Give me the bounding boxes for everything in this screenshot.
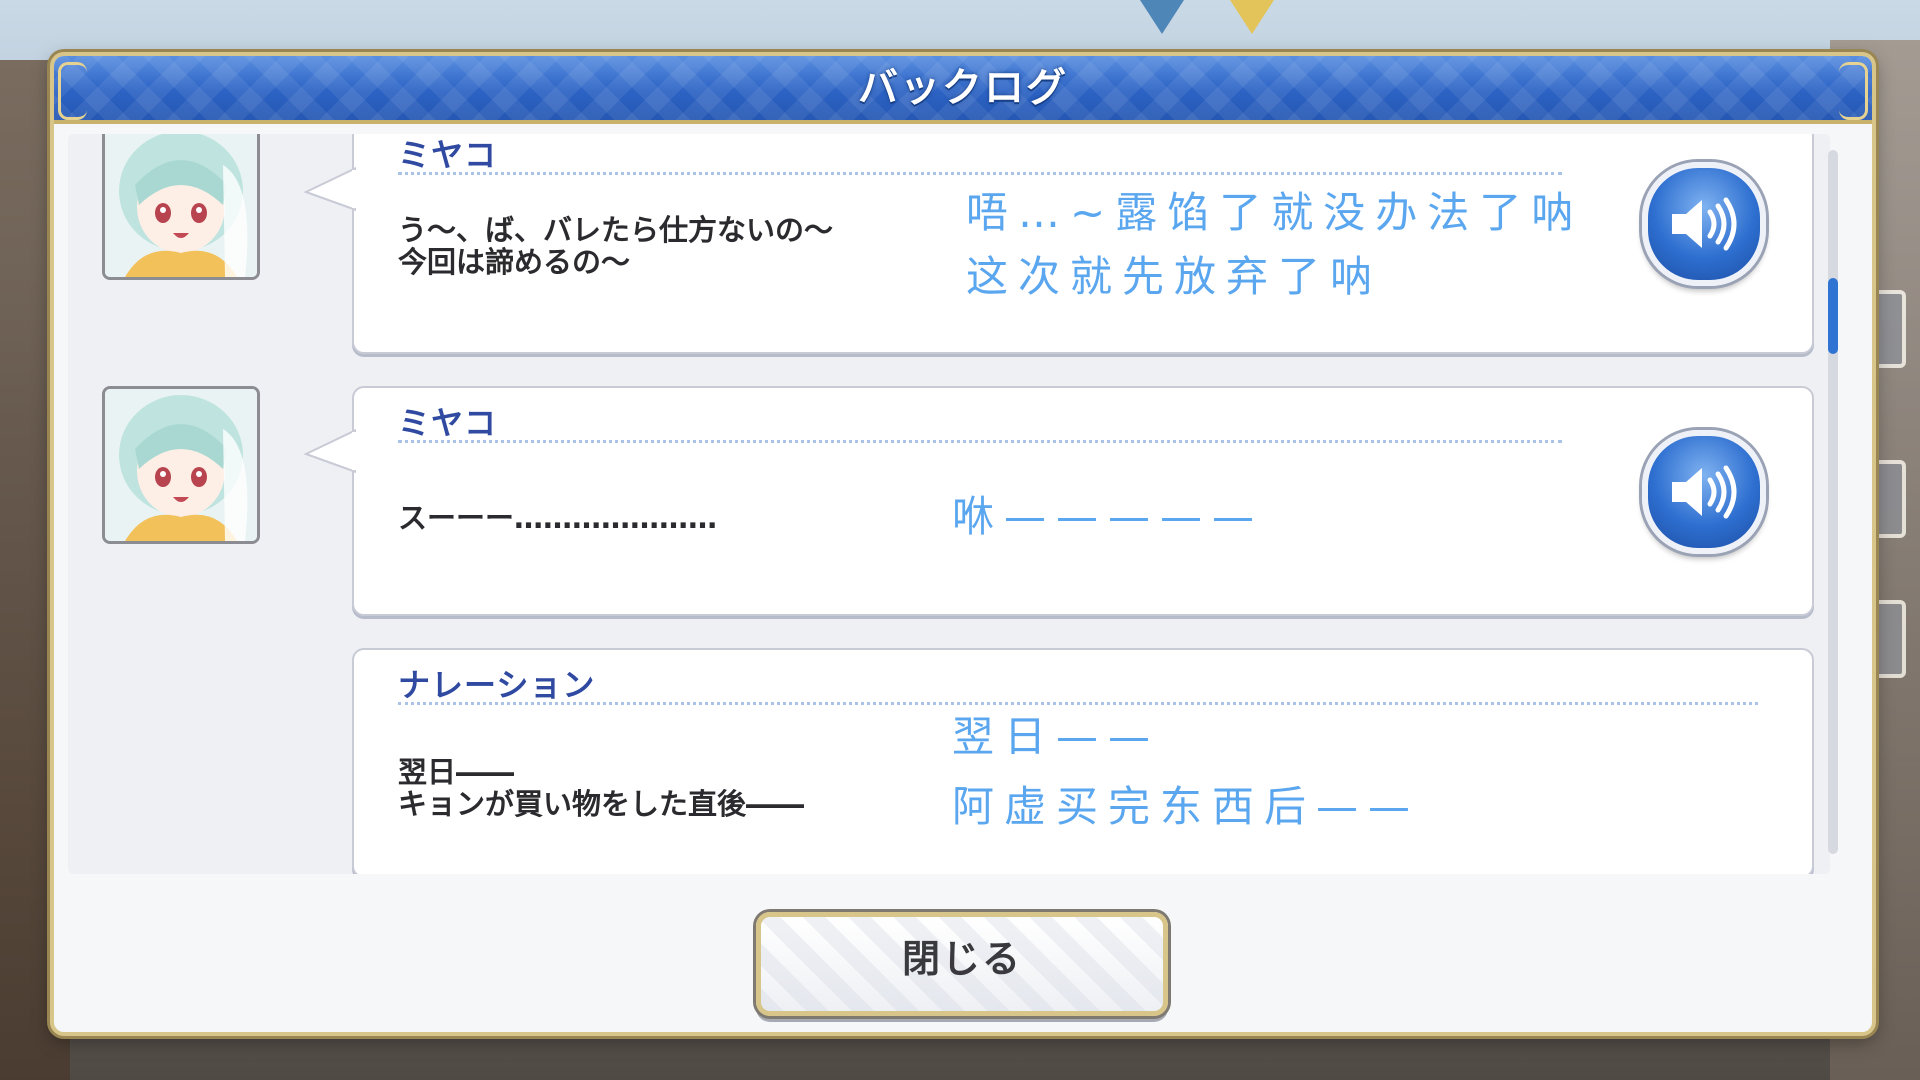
dialogue-text: う～、ば、バレたら仕方ないの～ <box>398 213 834 247</box>
log-entry: ナレーション 翌日―― キョンが買い物をした直後―― 翌日—— 阿虚买完东西后—… <box>352 648 1814 874</box>
dotted-divider <box>398 172 1562 175</box>
log-entry: ミヤコ う～、ば、バレたら仕方ないの～ 今回は諦めるの～ 唔…~露馅了就没办法了… <box>304 134 1814 354</box>
background-flag <box>1140 0 1184 34</box>
translation-text: 咻————— <box>952 492 1265 541</box>
voice-play-button[interactable] <box>1642 162 1766 286</box>
speaker-volume-icon <box>1672 465 1737 519</box>
dotted-divider <box>398 440 1562 443</box>
speaker-name: ミヤコ <box>398 136 498 174</box>
character-avatar <box>102 134 260 280</box>
backlog-list[interactable]: ミヤコ う～、ば、バレたら仕方ないの～ 今回は諦めるの～ 唔…~露馅了就没办法了… <box>68 134 1830 874</box>
log-entry: ミヤコ スーーー………………… 咻————— <box>304 386 1814 616</box>
translation-text: 这次就先放弃了呐 <box>966 252 1383 301</box>
dialog-title: バックログ <box>858 65 1068 111</box>
speaker-volume-icon <box>1672 197 1737 251</box>
close-button[interactable]: 閉じる <box>756 912 1168 1016</box>
scrollbar-thumb[interactable] <box>1828 278 1838 354</box>
translation-text: 唔…~露馅了就没办法了呐 <box>966 188 1584 237</box>
character-portrait-icon <box>105 389 257 541</box>
scrollbar[interactable] <box>1828 150 1838 854</box>
speech-tail-icon <box>304 166 356 212</box>
character-avatar <box>102 386 260 544</box>
speech-tail-icon <box>304 428 356 474</box>
backlog-dialog: バックログ ミヤコ う～、ば、バレたら仕方ないの～ 今回は諦めるの～ 唔…~露馅… <box>50 52 1876 1036</box>
dialogue-text: 翌日―― <box>398 755 515 789</box>
title-bar: バックログ <box>54 56 1872 124</box>
dialogue-text: キョンが買い物をした直後―― <box>398 787 805 821</box>
voice-play-button[interactable] <box>1642 430 1766 554</box>
character-portrait-icon <box>105 134 257 277</box>
dialogue-text: スーーー………………… <box>398 501 718 535</box>
speaker-name: ミヤコ <box>398 404 498 442</box>
translation-text: 翌日—— <box>952 712 1161 761</box>
background-flag <box>1230 0 1274 34</box>
dialogue-text: 今回は諦めるの～ <box>398 245 631 279</box>
translation-text: 阿虚买完东西后—— <box>952 782 1421 831</box>
speaker-name: ナレーション <box>398 666 596 704</box>
